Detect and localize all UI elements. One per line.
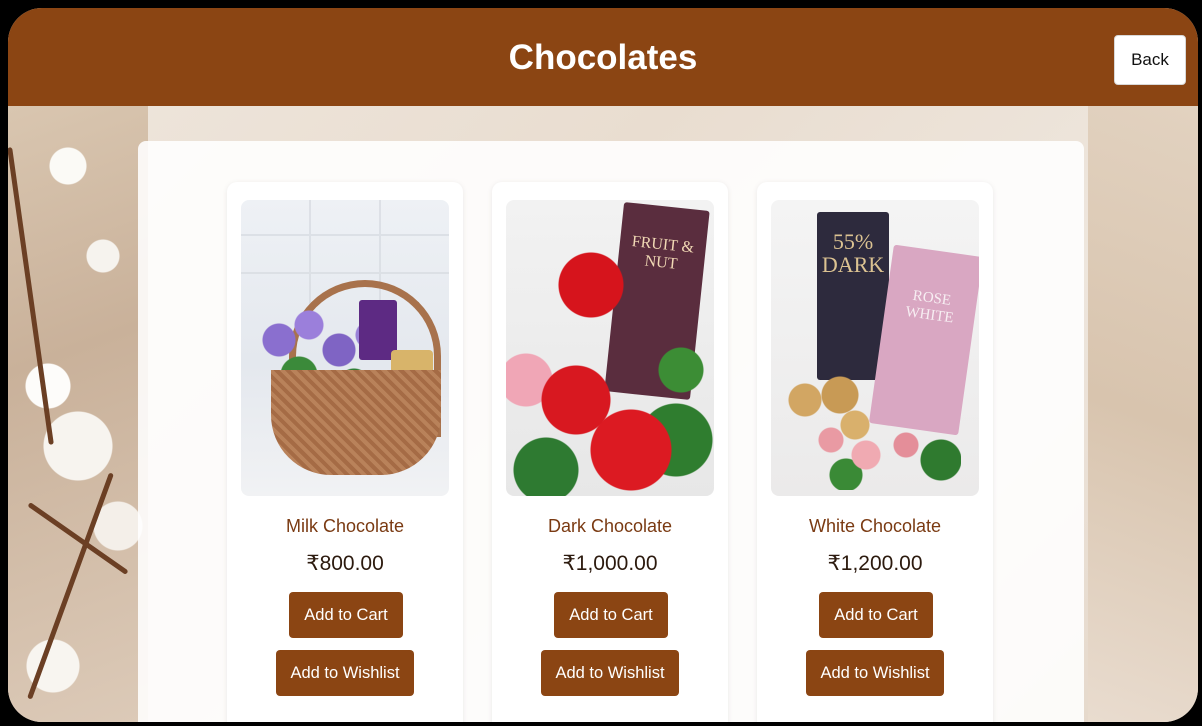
roses-dark-chocolate-image: FRUIT & NUT — [506, 200, 714, 496]
product-card-milk-chocolate: Milk Chocolate ₹800.00 Add to Cart Add t… — [227, 182, 463, 722]
floral-background-right — [1088, 106, 1198, 722]
back-button[interactable]: Back — [1114, 35, 1186, 85]
product-name: White Chocolate — [808, 516, 942, 536]
chocolate-basket-image — [241, 200, 449, 496]
add-to-wishlist-button[interactable]: Add to Wishlist — [806, 650, 944, 696]
package-label: 55% DARK — [821, 229, 885, 278]
product-price: ₹1,200.00 — [827, 552, 923, 575]
add-to-cart-button[interactable]: Add to Cart — [289, 592, 403, 638]
product-name: Dark Chocolate — [547, 516, 673, 536]
add-to-cart-button[interactable]: Add to Cart — [819, 592, 933, 638]
page-title: Chocolates — [508, 38, 698, 77]
product-price: ₹800.00 — [306, 552, 384, 575]
floral-background-left — [8, 106, 148, 722]
page-header: Chocolates Back — [8, 8, 1198, 106]
package-label: ROSE WHITE — [904, 287, 955, 327]
product-price: ₹1,000.00 — [562, 552, 658, 575]
app-window: Chocolates Back Milk Chocolate ₹800.00 A… — [8, 8, 1198, 722]
product-card-white-chocolate: 55% DARK ROSE WHITE White Chocolate ₹1,2… — [757, 182, 993, 722]
add-to-wishlist-button[interactable]: Add to Wishlist — [276, 650, 414, 696]
dark-white-chocolate-image: 55% DARK ROSE WHITE — [771, 200, 979, 496]
add-to-cart-button[interactable]: Add to Cart — [554, 592, 668, 638]
product-card-dark-chocolate: FRUIT & NUT Dark Chocolate ₹1,000.00 Add… — [492, 182, 728, 722]
add-to-wishlist-button[interactable]: Add to Wishlist — [541, 650, 679, 696]
product-name: Milk Chocolate — [285, 516, 405, 536]
